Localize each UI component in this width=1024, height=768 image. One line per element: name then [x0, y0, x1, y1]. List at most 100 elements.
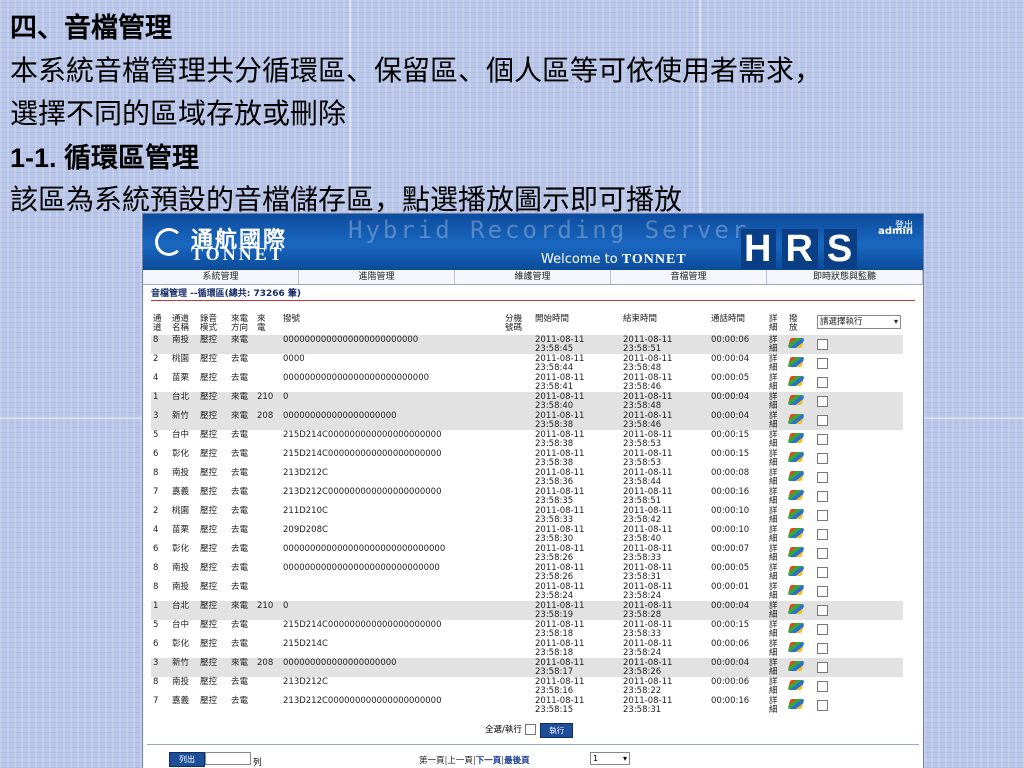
play-icon[interactable] [787, 661, 805, 671]
row-detail-link[interactable]: 詳 細 [767, 525, 787, 544]
row-checkbox[interactable] [817, 605, 828, 616]
row-duration: 00:00:15 [711, 620, 750, 630]
row-checkbox[interactable] [817, 377, 828, 388]
row-detail-link[interactable]: 詳 細 [767, 563, 787, 582]
select-all-checkbox[interactable] [524, 724, 536, 735]
row-checkbox[interactable] [817, 491, 828, 502]
row-checkbox[interactable] [817, 700, 828, 711]
row-play-cell [787, 373, 815, 392]
play-icon[interactable] [787, 604, 805, 614]
menu-maintenance[interactable]: 維護管理 [455, 270, 611, 284]
row-checkbox[interactable] [817, 643, 828, 654]
page-select[interactable]: 1 ▾ [590, 752, 630, 765]
row-call-direction: 來電 [231, 392, 249, 402]
play-icon[interactable] [787, 642, 805, 652]
row-call-direction: 來電 [231, 411, 249, 421]
play-icon[interactable] [787, 623, 805, 633]
play-icon[interactable] [787, 490, 805, 500]
row-record-mode: 壓控 [200, 506, 218, 516]
row-detail-link[interactable]: 詳 細 [767, 544, 787, 563]
row-checkbox[interactable] [817, 358, 828, 369]
bulk-action-row: 全選/執行 執行 [485, 723, 574, 738]
next-page-link[interactable]: 下一頁 [476, 756, 502, 766]
row-start-time: 2011-08-11 23:58:15 [533, 696, 621, 715]
play-icon[interactable] [787, 509, 805, 519]
row-checkbox[interactable] [817, 567, 828, 578]
menu-audio-files[interactable]: 音檔管理 [611, 270, 767, 284]
play-icon[interactable] [787, 547, 805, 557]
play-icon[interactable] [787, 376, 805, 386]
row-checkbox[interactable] [817, 453, 828, 464]
row-record-mode: 壓控 [200, 563, 218, 573]
play-icon[interactable] [787, 585, 805, 595]
row-checkbox[interactable] [817, 434, 828, 445]
row-channel: 1 [153, 601, 159, 611]
table-row: 8 南投 壓控 去電 00000000000000000000000000000 2011… [151, 563, 903, 582]
slide-line-2: 選擇不同的區域存放或刪除 [10, 97, 347, 130]
list-rows-button[interactable]: 列出 [169, 752, 205, 767]
play-icon[interactable] [787, 452, 805, 462]
play-icon[interactable] [787, 528, 805, 538]
row-checkbox[interactable] [817, 396, 828, 407]
row-start-clock: 23:58:38 [535, 439, 574, 449]
row-record-mode: 壓控 [200, 696, 218, 706]
play-icon[interactable] [787, 471, 805, 481]
row-detail-link[interactable]: 詳 細 [767, 696, 787, 715]
row-detail-link[interactable]: 詳 細 [767, 506, 787, 525]
row-detail-link[interactable]: 詳 細 [767, 658, 787, 677]
row-detail-link[interactable]: 詳 細 [767, 468, 787, 487]
action-select[interactable]: 請選擇執行 ▾ [817, 315, 901, 329]
row-detail-link[interactable]: 詳 細 [767, 411, 787, 430]
row-channel-name: 台北 [172, 601, 190, 611]
row-detail-link[interactable]: 詳 細 [767, 620, 787, 639]
play-icon[interactable] [787, 357, 805, 367]
play-icon[interactable] [787, 338, 805, 348]
row-detail-link[interactable]: 詳 細 [767, 677, 787, 696]
row-start-clock: 23:58:24 [535, 591, 574, 601]
row-detail-link[interactable]: 詳 細 [767, 354, 787, 373]
last-page-link[interactable]: 最後頁 [504, 756, 530, 766]
first-page-link[interactable]: 第一頁 [419, 756, 445, 766]
play-icon[interactable] [787, 395, 805, 405]
rows-per-page-input[interactable] [205, 752, 251, 765]
play-icon[interactable] [787, 566, 805, 576]
row-detail-link[interactable]: 詳 細 [767, 449, 787, 468]
row-checkbox[interactable] [817, 662, 828, 673]
play-icon[interactable] [787, 699, 805, 709]
play-icon[interactable] [787, 414, 805, 424]
row-checkbox[interactable] [817, 415, 828, 426]
menu-system[interactable]: 系統管理 [143, 270, 299, 284]
row-channel: 3 [153, 658, 159, 668]
row-detail-link[interactable]: 詳 細 [767, 601, 787, 620]
row-checkbox[interactable] [817, 548, 828, 559]
row-checkbox[interactable] [817, 681, 828, 692]
row-detail-link[interactable]: 詳 細 [767, 430, 787, 449]
col-extension: 分機 號碼 [505, 314, 523, 333]
row-checkbox[interactable] [817, 586, 828, 597]
play-icon[interactable] [787, 433, 805, 443]
row-checkbox[interactable] [817, 529, 828, 540]
row-checkbox[interactable] [817, 624, 828, 635]
row-detail-link[interactable]: 詳 細 [767, 373, 787, 392]
menu-advanced[interactable]: 進階管理 [299, 270, 455, 284]
row-start-clock: 23:58:40 [535, 401, 574, 411]
row-detail-link[interactable]: 詳 細 [767, 487, 787, 506]
table-row: 3 新竹 壓控 來電 208 000000000000000000000 2011-08-1… [151, 658, 903, 677]
row-checkbox[interactable] [817, 339, 828, 350]
row-detail-link[interactable]: 詳 細 [767, 582, 787, 601]
row-detail-link[interactable]: 詳 細 [767, 639, 787, 658]
play-icon[interactable] [787, 680, 805, 690]
execute-button[interactable]: 執行 [540, 723, 574, 738]
row-end-time: 2011-08-11 23:58:53 [621, 449, 709, 468]
row-checkbox[interactable] [817, 472, 828, 483]
row-detail-link[interactable]: 詳 細 [767, 392, 787, 411]
row-caller [255, 506, 281, 525]
row-checkbox[interactable] [817, 510, 828, 521]
row-extension [503, 525, 533, 544]
prev-page-link[interactable]: 上一頁 [447, 756, 473, 766]
table-row: 8 南投 壓控 去電 213D212C 2011-08-11 23:58:16 2011-08… [151, 677, 903, 696]
row-detail-link[interactable]: 詳 細 [767, 335, 787, 354]
menu-live-status[interactable]: 即時狀態與監聽 [767, 270, 923, 284]
row-caller [255, 696, 281, 715]
col-duration: 通話時間 [711, 314, 746, 324]
